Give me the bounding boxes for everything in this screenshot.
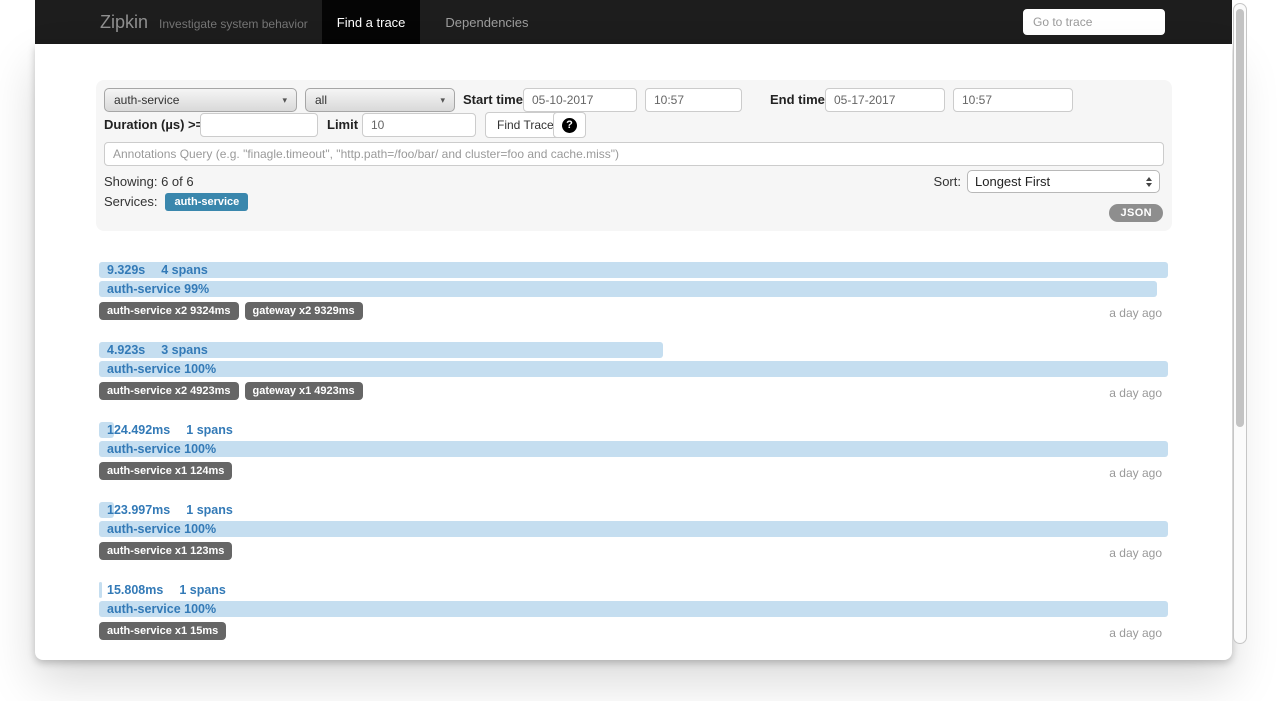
end-date-input[interactable]	[825, 88, 945, 112]
span-tag: auth-service x1 124ms	[99, 462, 233, 480]
trace-span-count: 3 spans	[161, 343, 208, 357]
showing-count: Showing: 6 of 6	[104, 174, 194, 189]
app-window: Zipkin Investigate system behavior Find …	[35, 0, 1232, 660]
trace-service-breakdown: auth-service 99%	[107, 282, 210, 296]
trace-row[interactable]: 15.808ms 1 spans auth-service 100% auth-ser…	[99, 582, 1168, 640]
service-select-value: auth-service	[114, 93, 180, 107]
span-tag: auth-service x2 4923ms	[99, 382, 239, 400]
brand: Zipkin Investigate system behavior	[35, 0, 308, 44]
duration-label: Duration (µs) >=	[104, 117, 204, 132]
trace-duration: 15.808ms	[107, 583, 164, 597]
trace-span-count: 4 spans	[161, 263, 208, 277]
start-date-input[interactable]	[523, 88, 637, 112]
trace-span-count: 1 spans	[179, 583, 226, 597]
trace-service-breakdown: auth-service 100%	[107, 442, 217, 456]
sort-row: Sort: Longest First	[934, 170, 1160, 193]
trace-service-bar: auth-service 100%	[99, 601, 1168, 617]
span-tags: auth-service x2 9324ms gateway x2 9329ms	[99, 301, 369, 320]
trace-duration: 124.492ms	[107, 423, 171, 437]
stepper-icon	[1146, 176, 1152, 187]
sort-label: Sort:	[933, 174, 961, 189]
scrollbar-thumb[interactable]	[1236, 9, 1244, 427]
go-to-trace-wrap	[1023, 0, 1232, 44]
trace-service-bar: auth-service 100%	[99, 521, 1168, 537]
trace-span-count: 1 spans	[186, 503, 233, 517]
question-icon: ?	[562, 117, 577, 133]
span-tag: gateway x2 9329ms	[244, 302, 363, 320]
span-select-value: all	[315, 93, 328, 107]
end-clock-input[interactable]	[953, 88, 1073, 112]
tab-find-a-trace[interactable]: Find a trace	[321, 0, 421, 44]
trace-service-bar: auth-service 99%	[99, 281, 1168, 297]
service-select[interactable]: auth-service ▾	[104, 88, 297, 112]
span-tags: auth-service x2 4923ms gateway x1 4923ms	[99, 381, 369, 400]
end-time-label: End time	[770, 92, 825, 107]
services-label: Services:	[104, 193, 158, 209]
trace-age: a day ago	[1109, 626, 1162, 640]
trace-list: 9.329s 4 spans auth-service 99% auth-servic…	[99, 262, 1168, 662]
trace-row[interactable]: 123.997ms 1 spans auth-service 100% auth-se…	[99, 502, 1168, 560]
brand-subtitle: Investigate system behavior	[159, 16, 308, 31]
trace-age: a day ago	[1109, 466, 1162, 480]
trace-duration: 123.997ms	[107, 503, 171, 517]
service-badge: auth-service	[165, 193, 249, 211]
brand-name: Zipkin	[100, 11, 149, 32]
search-panel: auth-service ▾ all ▾ Start time End time…	[96, 80, 1172, 231]
trace-duration-bar: 9.329s 4 spans	[99, 262, 1168, 278]
span-tag: auth-service x1 123ms	[99, 542, 233, 560]
json-button[interactable]: JSON	[1109, 204, 1163, 222]
trace-span-count: 1 spans	[186, 423, 233, 437]
limit-input[interactable]	[362, 113, 476, 137]
duration-input[interactable]	[200, 113, 318, 137]
start-clock-input[interactable]	[645, 88, 742, 112]
service-badges: auth-service	[165, 192, 253, 211]
start-time-label: Start time	[463, 92, 523, 107]
span-tag: auth-service x2 9324ms	[99, 302, 239, 320]
sort-select-value: Longest First	[975, 174, 1051, 189]
span-tag: auth-service x1 15ms	[99, 622, 227, 640]
main-panel: auth-service ▾ all ▾ Start time End time…	[35, 44, 1232, 660]
trace-service-bar: auth-service 100%	[99, 361, 1168, 377]
trace-age: a day ago	[1109, 386, 1162, 400]
trace-row[interactable]: 124.492ms 1 spans auth-service 100% auth-se…	[99, 422, 1168, 480]
scrollbar-track	[1233, 3, 1247, 644]
trace-duration-bar: 124.492ms 1 spans	[99, 422, 1168, 438]
span-tags: auth-service x1 123ms	[99, 541, 238, 560]
navbar-spacer	[544, 0, 1023, 44]
chevron-down-icon: ▾	[282, 94, 287, 105]
span-tag: gateway x1 4923ms	[244, 382, 363, 400]
trace-duration-bar: 4.923s 3 spans	[99, 342, 1168, 358]
trace-service-breakdown: auth-service 100%	[107, 522, 217, 536]
tab-dependencies[interactable]: Dependencies	[430, 0, 543, 44]
go-to-trace-input[interactable]	[1023, 9, 1165, 35]
trace-duration: 4.923s	[107, 343, 146, 357]
span-tags: auth-service x1 124ms	[99, 461, 238, 480]
trace-duration: 9.329s	[107, 263, 146, 277]
trace-row[interactable]: 9.329s 4 spans auth-service 99% auth-servic…	[99, 262, 1168, 320]
help-button[interactable]: ?	[553, 112, 586, 138]
sort-select[interactable]: Longest First	[967, 170, 1160, 193]
trace-age: a day ago	[1109, 306, 1162, 320]
trace-service-breakdown: auth-service 100%	[107, 602, 217, 616]
trace-row[interactable]: 4.923s 3 spans auth-service 100% auth-servi…	[99, 342, 1168, 400]
navbar: Zipkin Investigate system behavior Find …	[35, 0, 1232, 44]
span-select[interactable]: all ▾	[305, 88, 455, 112]
trace-age: a day ago	[1109, 546, 1162, 560]
annotations-query-input[interactable]	[104, 142, 1164, 166]
trace-duration-bar: 123.997ms 1 spans	[99, 502, 1168, 518]
trace-service-bar: auth-service 100%	[99, 441, 1168, 457]
trace-duration-bar: 15.808ms 1 spans	[99, 582, 1168, 598]
trace-service-breakdown: auth-service 100%	[107, 362, 217, 376]
span-tags: auth-service x1 15ms	[99, 621, 232, 640]
limit-label: Limit	[327, 117, 359, 132]
chevron-down-icon: ▾	[440, 94, 445, 105]
services-row: Services: auth-service	[104, 192, 253, 211]
